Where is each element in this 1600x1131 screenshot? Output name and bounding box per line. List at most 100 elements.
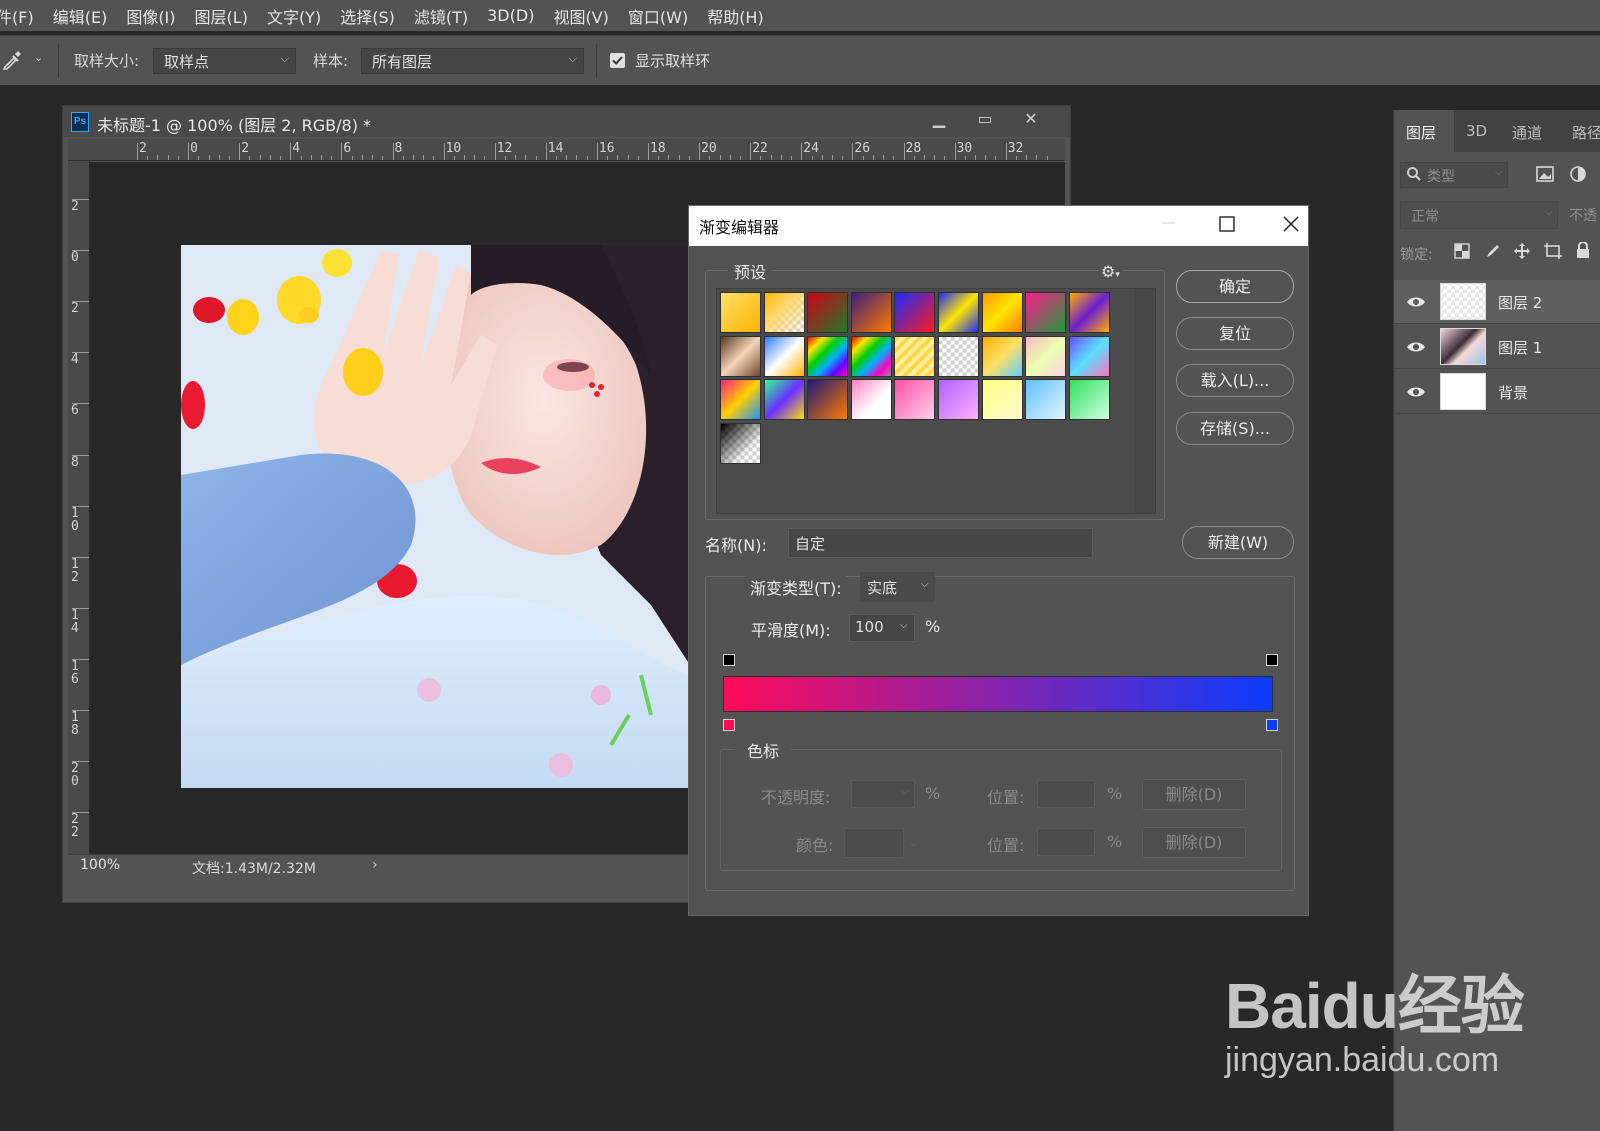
adjustment-filter-icon[interactable] <box>1569 165 1587 187</box>
preset-swatch[interactable] <box>938 335 979 377</box>
document-titlebar[interactable]: Ps 未标题-1 @ 100% (图层 2, RGB/8) * ▁ ▭ ✕ <box>63 106 1070 137</box>
menu-select[interactable]: 选择(S) <box>340 4 395 28</box>
color-stop-right[interactable] <box>1266 719 1278 731</box>
show-ring-checkbox[interactable] <box>610 53 625 68</box>
menu-file[interactable]: 件(F) <box>0 4 34 28</box>
dialog-titlebar[interactable]: 渐变编辑器 — <box>689 206 1308 246</box>
lock-pixels-icon[interactable] <box>1485 243 1501 263</box>
ok-button[interactable]: 确定 <box>1176 270 1294 303</box>
gear-icon[interactable]: ⚙▾ <box>1098 262 1123 281</box>
ruler-tick <box>72 199 89 200</box>
name-field[interactable]: 自定 <box>788 528 1093 558</box>
preset-swatch[interactable] <box>763 335 805 377</box>
opacity-stop-right[interactable] <box>1266 654 1278 666</box>
preset-swatch[interactable] <box>720 422 761 464</box>
menu-image[interactable]: 图像(I) <box>126 4 175 28</box>
preset-swatch[interactable] <box>938 292 979 333</box>
preset-swatch[interactable] <box>1025 379 1067 421</box>
menu-window[interactable]: 窗口(W) <box>628 4 688 28</box>
preset-swatch[interactable] <box>807 379 849 421</box>
menu-filter[interactable]: 滤镜(T) <box>414 4 468 28</box>
eyedropper-tool-icon[interactable] <box>2 48 24 74</box>
maximize-icon[interactable] <box>1207 213 1247 237</box>
blend-mode-value: 正常 <box>1411 209 1439 225</box>
ruler-v-label: 1 8 <box>71 710 79 738</box>
preset-swatch[interactable] <box>720 379 761 421</box>
chevron-right-icon[interactable]: › <box>372 857 378 873</box>
minimize-icon[interactable]: ▁ <box>923 109 955 128</box>
preset-swatch[interactable] <box>807 335 849 377</box>
chevron-down-icon[interactable]: ⌵ <box>900 620 908 631</box>
layer-row[interactable]: 图层 2 <box>1394 280 1600 324</box>
menu-edit[interactable]: 编辑(E) <box>53 4 108 28</box>
eye-icon[interactable] <box>1406 382 1426 402</box>
close-icon[interactable] <box>1271 213 1311 237</box>
preset-swatch[interactable] <box>763 379 805 421</box>
preset-swatch[interactable] <box>894 379 936 421</box>
canvas-photo <box>181 245 690 788</box>
preset-scrollbar[interactable] <box>1135 289 1155 513</box>
preset-swatch[interactable] <box>894 335 936 377</box>
tab-paths[interactable]: 路径 <box>1572 122 1600 143</box>
preset-swatch[interactable] <box>1068 292 1110 333</box>
preset-swatch[interactable] <box>981 335 1023 377</box>
gradient-type-select[interactable]: 实底 ⌵ <box>860 572 935 602</box>
stop-opacity-unit: % <box>925 784 941 803</box>
preset-swatch[interactable] <box>720 292 761 333</box>
blend-mode-select[interactable]: 正常 ⌵ <box>1400 201 1558 229</box>
eye-icon[interactable] <box>1406 292 1426 312</box>
preset-swatch[interactable] <box>720 335 761 377</box>
restore-icon[interactable]: ▭ <box>969 109 1001 128</box>
preset-swatch[interactable] <box>981 292 1023 333</box>
eye-icon[interactable] <box>1406 337 1426 357</box>
preset-swatch[interactable] <box>1025 335 1067 377</box>
new-button[interactable]: 新建(W) <box>1182 526 1294 559</box>
ruler-h-label: 28 <box>905 141 922 156</box>
menu-view[interactable]: 视图(V) <box>553 4 608 28</box>
tool-preset-chevron-icon[interactable]: ⌄ <box>34 51 43 64</box>
doc-info: 文档:1.43M/2.32M <box>192 861 316 877</box>
menu-layer[interactable]: 图层(L) <box>195 4 248 28</box>
lock-artboard-icon[interactable] <box>1544 243 1562 263</box>
color-stop-left[interactable] <box>723 719 735 731</box>
menu-3d[interactable]: 3D(D) <box>487 6 534 25</box>
image-filter-icon[interactable] <box>1536 166 1554 186</box>
preset-swatch[interactable] <box>850 335 892 377</box>
ruler-h-label: 20 <box>701 141 717 156</box>
close-icon[interactable]: ✕ <box>1015 109 1047 128</box>
load-button[interactable]: 载入(L)... <box>1176 364 1294 397</box>
preset-swatch[interactable] <box>763 292 805 333</box>
layer-row[interactable]: 背景 <box>1394 370 1600 414</box>
ruler-tick <box>72 812 89 814</box>
save-button[interactable]: 存储(S)... <box>1176 412 1294 445</box>
smoothness-field[interactable]: 100 ⌵ <box>849 614 915 642</box>
preset-swatch[interactable] <box>1025 292 1067 333</box>
tab-layers[interactable]: 图层 <box>1406 122 1436 143</box>
tab-3d[interactable]: 3D <box>1466 122 1487 140</box>
ruler-tick <box>913 156 915 160</box>
lock-all-icon[interactable] <box>1575 241 1591 263</box>
sample-size-select[interactable]: 取样点 ⌵ <box>153 48 296 74</box>
menu-type[interactable]: 文字(Y) <box>267 4 321 28</box>
preset-swatch[interactable] <box>850 292 892 333</box>
reset-button[interactable]: 复位 <box>1176 317 1294 350</box>
lock-position-icon[interactable] <box>1514 243 1530 263</box>
gradient-preview-bar[interactable] <box>723 676 1273 712</box>
preset-swatch[interactable] <box>894 292 936 333</box>
menu-help[interactable]: 帮助(H) <box>707 4 764 28</box>
layer-filter-select[interactable]: 类型 ⌵ <box>1400 162 1508 188</box>
preset-swatch[interactable] <box>938 379 979 421</box>
preset-swatch[interactable] <box>1068 379 1110 421</box>
opacity-stop-left[interactable] <box>723 654 735 666</box>
preset-swatch[interactable] <box>981 379 1023 421</box>
lock-transparent-icon[interactable] <box>1454 243 1470 263</box>
ruler-tick <box>412 155 414 160</box>
tab-channels[interactable]: 通道 <box>1512 122 1542 143</box>
ruler-tick <box>392 143 394 160</box>
preset-swatch[interactable] <box>1068 335 1110 377</box>
preset-swatch[interactable] <box>807 292 849 333</box>
layer-row[interactable]: 图层 1 <box>1394 325 1600 369</box>
sample-select[interactable]: 所有图层 ⌵ <box>361 48 584 74</box>
preset-swatch[interactable] <box>850 379 892 421</box>
zoom-level[interactable]: 100% <box>80 857 120 873</box>
